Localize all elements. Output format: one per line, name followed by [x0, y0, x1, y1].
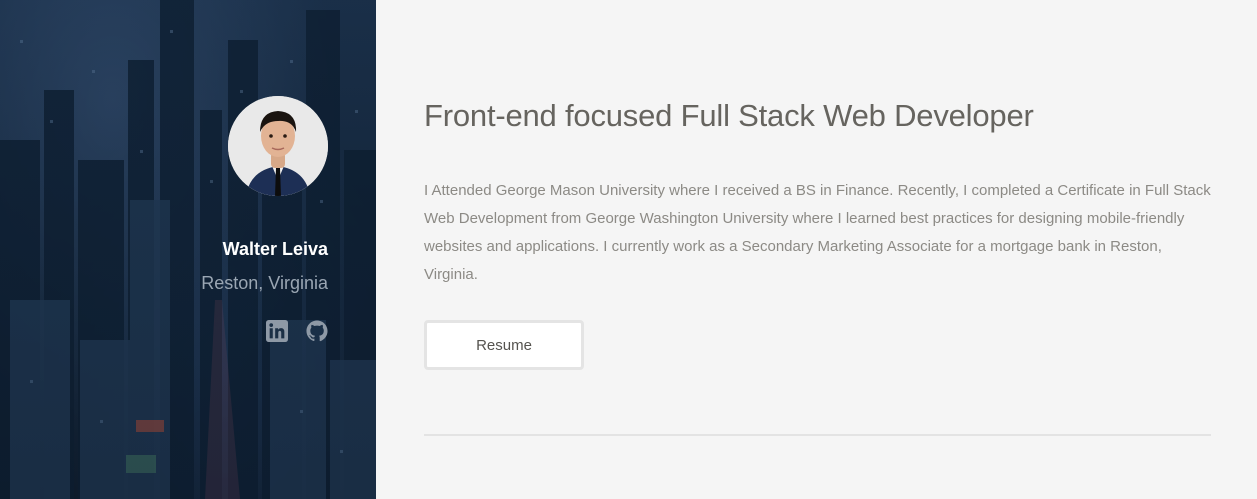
profile-location: Reston, Virginia	[201, 273, 328, 293]
main-content: Front-end focused Full Stack Web Develop…	[376, 0, 1257, 499]
profile-name: Walter Leiva	[222, 239, 328, 259]
page-title: Front-end focused Full Stack Web Develop…	[424, 98, 1034, 133]
section-divider	[424, 434, 1211, 436]
github-link[interactable]	[306, 320, 328, 342]
resume-button[interactable]: Resume	[424, 320, 584, 370]
social-links	[266, 320, 328, 342]
bio-paragraph: I Attended George Mason University where…	[424, 182, 1211, 283]
page: Walter Leiva Reston, Virginia Front-end …	[0, 0, 1257, 499]
linkedin-icon[interactable]	[266, 320, 288, 342]
avatar	[228, 96, 328, 196]
github-icon[interactable]	[306, 320, 328, 342]
person-avatar-icon	[228, 96, 328, 196]
linkedin-link[interactable]	[266, 320, 288, 342]
profile-sidebar: Walter Leiva Reston, Virginia	[0, 0, 376, 499]
